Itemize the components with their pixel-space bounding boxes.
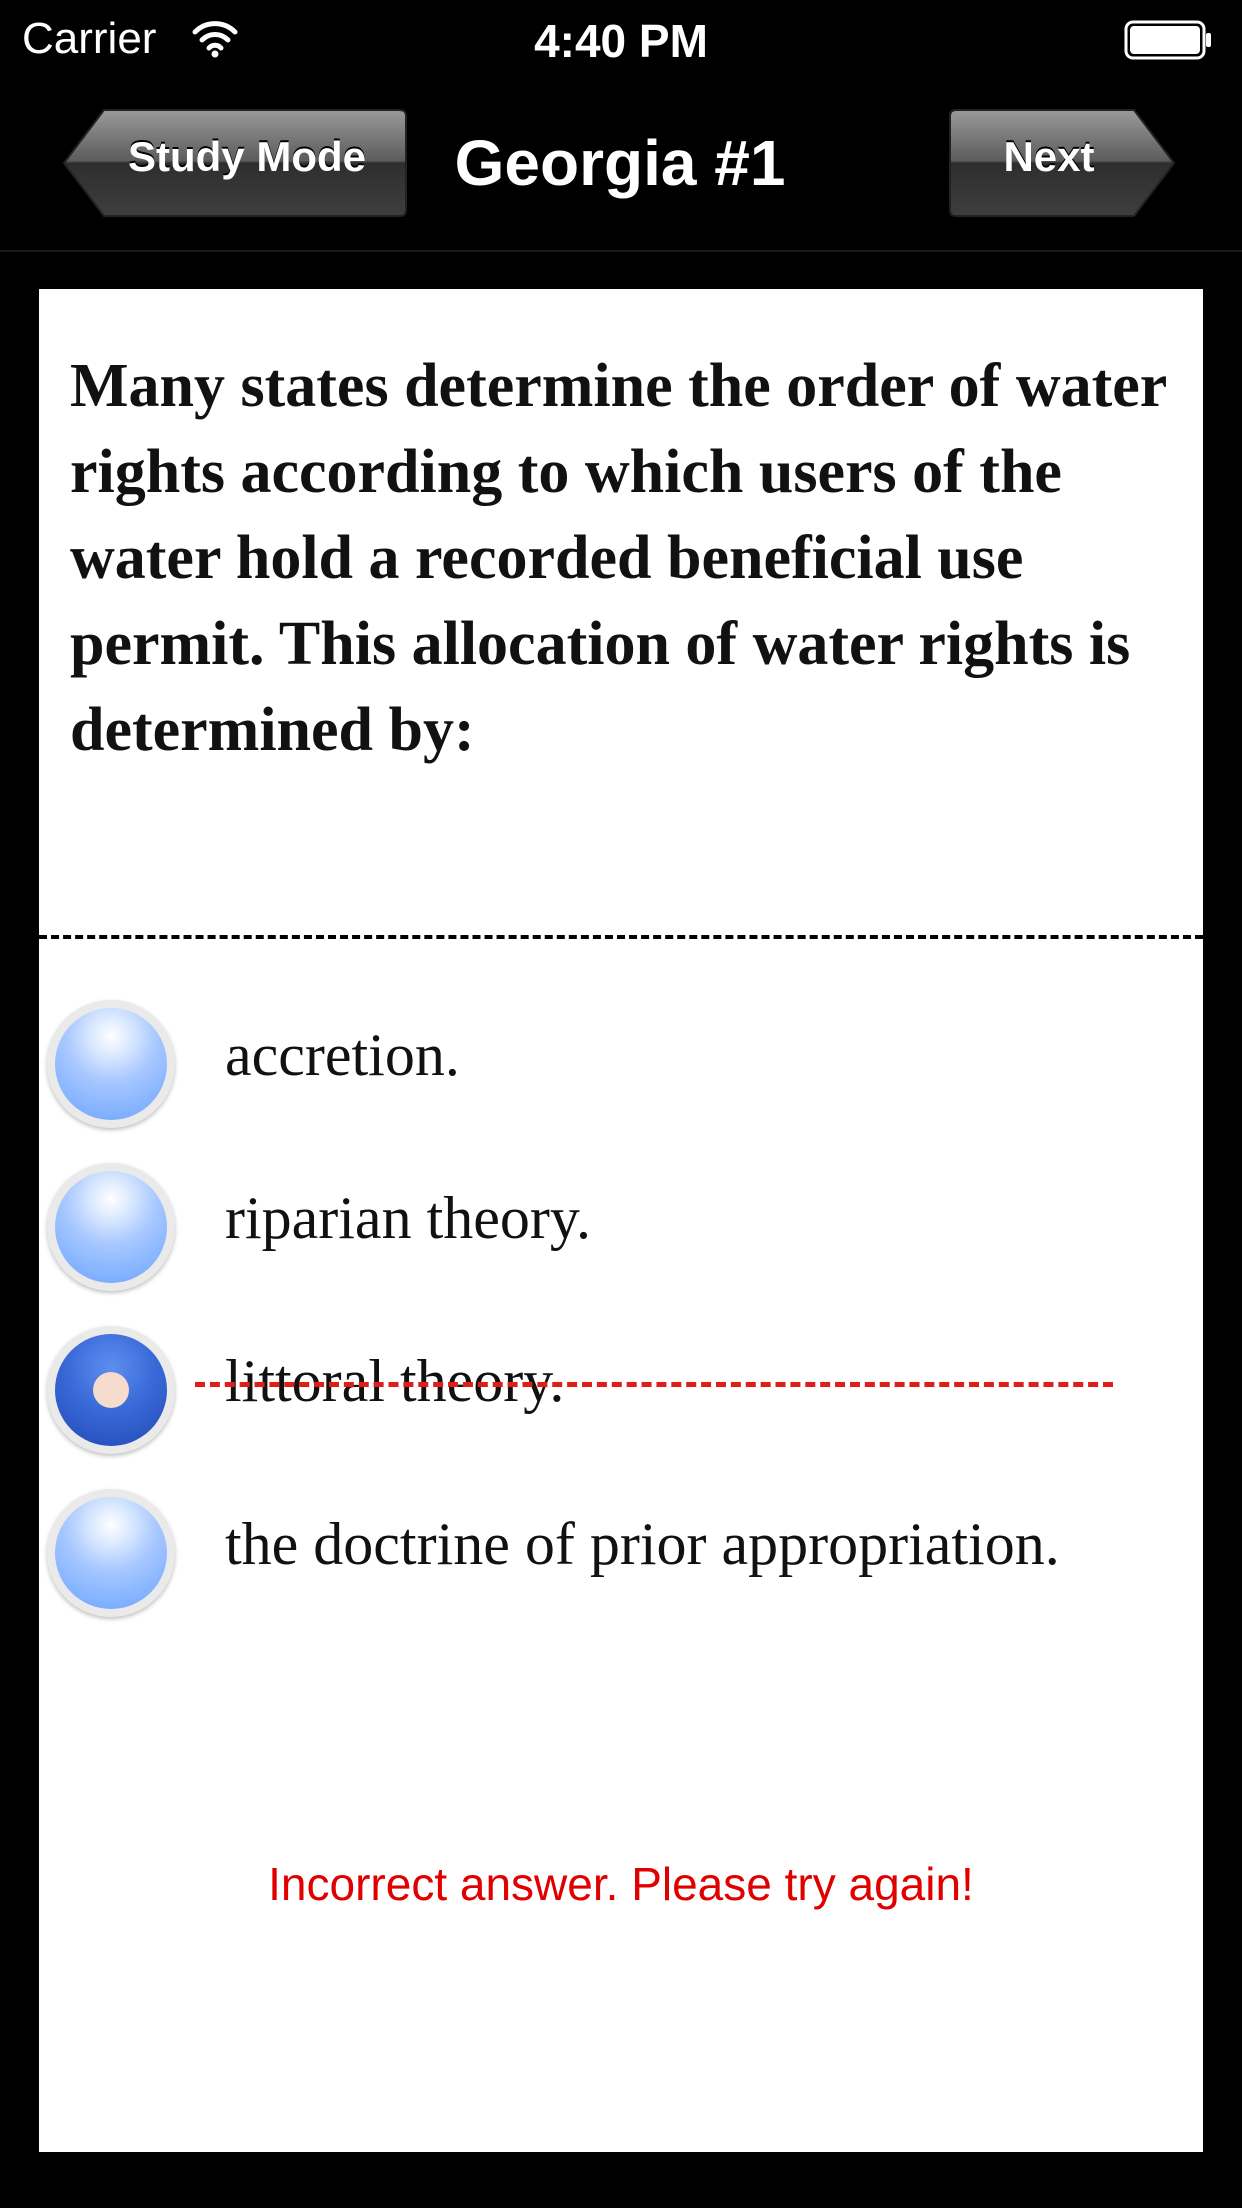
answer-label: littoral theory.: [225, 1348, 565, 1414]
answer-label: accretion.: [225, 1022, 460, 1088]
battery-icon: [1124, 20, 1214, 60]
answer-option-prior-appropriation[interactable]: the doctrine of prior appropriation.: [39, 1489, 1203, 1639]
question-separator: [39, 935, 1203, 939]
answer-label: riparian theory.: [225, 1185, 591, 1251]
question-card: Many states determine the order of water…: [39, 289, 1203, 2152]
answer-option-riparian-theory[interactable]: riparian theory.: [39, 1163, 1203, 1313]
navigation-bar: Study Mode Georgia #1 Next: [0, 84, 1242, 252]
study-mode-label: Study Mode: [128, 133, 366, 180]
answer-option-littoral-theory[interactable]: littoral theory.: [39, 1326, 1203, 1476]
feedback-message: Incorrect answer. Please try again!: [268, 1858, 974, 1910]
answer-option-accretion[interactable]: accretion.: [39, 1000, 1203, 1150]
question-text: Many states determine the order of water…: [70, 352, 1167, 764]
status-bar: Carrier 4:40 PM: [0, 0, 1242, 84]
page-title: Georgia #1: [454, 127, 786, 199]
radio-button-selected[interactable]: [47, 1326, 175, 1454]
radio-button[interactable]: [47, 1489, 175, 1617]
answer-label: the doctrine of prior appropriation.: [225, 1511, 1060, 1577]
status-time: 4:40 PM: [534, 15, 708, 67]
study-mode-back-button[interactable]: Study Mode: [60, 106, 410, 220]
radio-button[interactable]: [47, 1163, 175, 1291]
incorrect-strikethrough: [195, 1382, 1113, 1387]
next-label: Next: [1003, 133, 1095, 180]
radio-button[interactable]: [47, 1000, 175, 1128]
next-button[interactable]: Next: [946, 106, 1178, 220]
